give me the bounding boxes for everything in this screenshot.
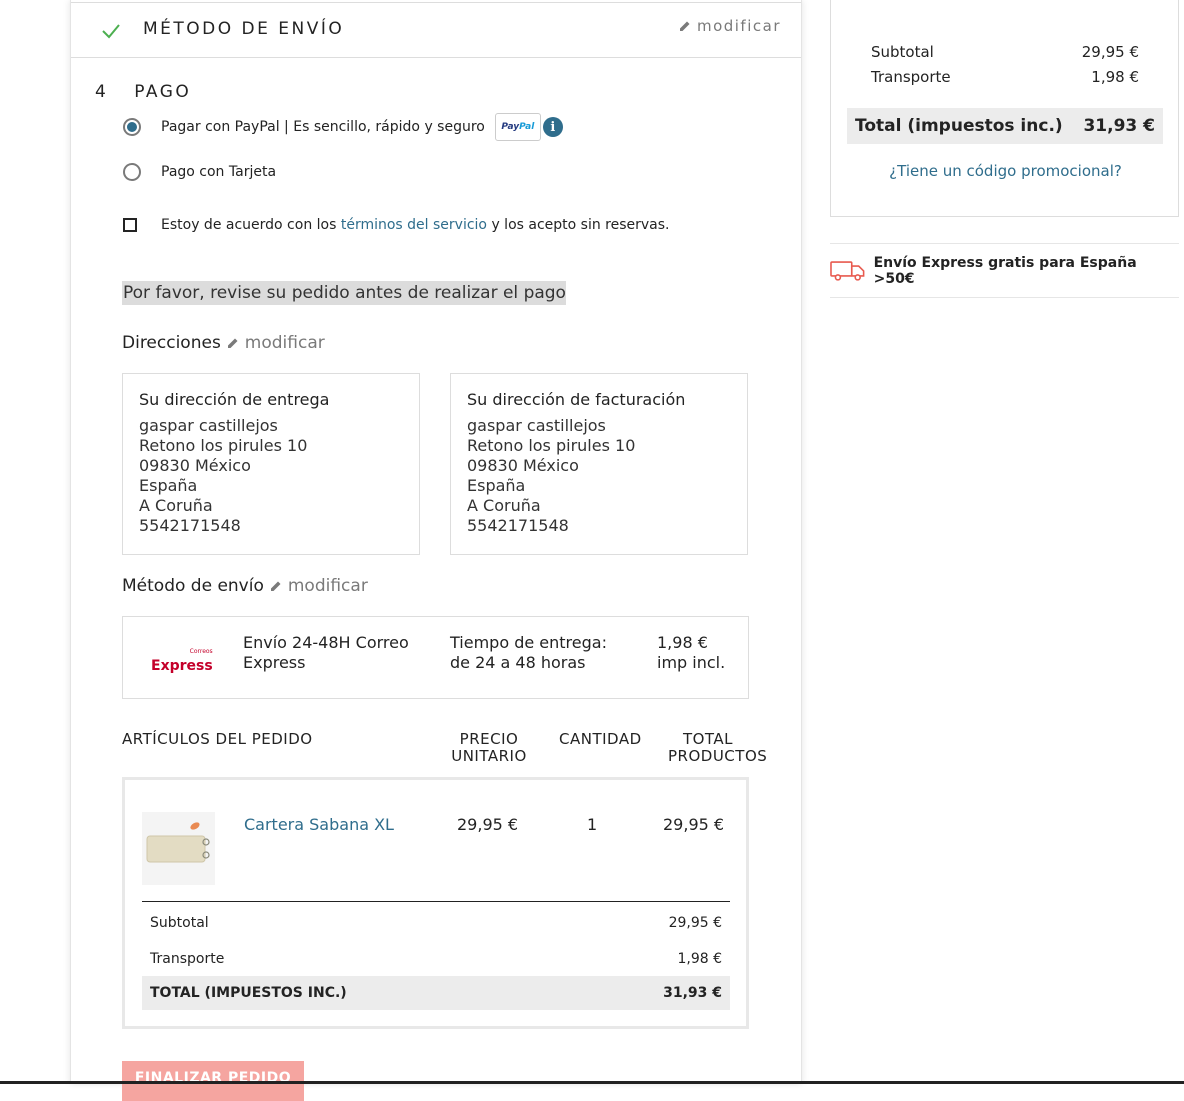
billing-address-title: Su dirección de facturación [467,390,686,409]
order-total-value: 31,93 € [663,985,722,1001]
paypal-logo: Pay Pal [494,113,541,141]
product-name-link[interactable]: Cartera Sabana XL [244,815,394,834]
order-items-box: Cartera Sabana XL 29,95 € 1 29,95 € Subt… [122,777,749,1029]
shipping-method-heading-label: Método de envío [122,576,264,596]
shipping-price: 1,98 € imp incl. [657,633,726,672]
info-icon[interactable]: i [542,117,563,137]
order-subtotal-value: 29,95 € [668,915,722,931]
card-radio[interactable] [123,163,141,181]
payment-option-card[interactable]: Pago con Tarjeta [123,163,276,181]
wallet-illustration [146,822,210,863]
review-notice: Por favor, revise su pedido antes de rea… [122,281,566,305]
address-line: 09830 México [139,456,251,475]
payment-option-paypal[interactable]: Pagar con PayPal | Es sencillo, rápido y… [123,113,563,141]
address-line: Retono los pirules 10 [139,436,308,455]
terms-agreement[interactable]: Estoy de acuerdo con los términos del se… [123,217,670,233]
order-total-row: TOTAL (IMPUESTOS INC.) 31,93 € [142,976,730,1010]
address-line: A Coruña [467,496,541,515]
delivery-address-card: Su dirección de entrega gaspar castillej… [122,373,420,555]
terms-checkbox[interactable] [123,218,137,232]
shipping-step-title: MÉTODO DE ENVÍO [143,19,345,39]
shipping-step-edit-link[interactable]: modificar [679,17,781,35]
shipping-method-name: Envío 24-48H Correo Express [243,633,409,672]
order-shipping-row: Transporte 1,98 € [142,942,730,976]
shipping-method-edit-label: modificar [287,576,368,596]
address-line: A Coruña [139,496,213,515]
order-shipping-value: 1,98 € [677,951,722,967]
checkout-main-column: MÉTODO DE ENVÍO modificar 4 PAGO Pagar c… [70,0,802,1101]
product-image[interactable] [142,812,215,885]
address-line: gaspar castillejos [467,416,606,435]
paypal-radio[interactable] [123,118,141,136]
shipping-step-edit-label: modificar [696,17,781,35]
shipping-step-header[interactable]: MÉTODO DE ENVÍO modificar [71,2,801,58]
terms-link[interactable]: términos del servicio [341,217,487,233]
pencil-icon [679,21,690,31]
address-line: 5542171548 [139,516,241,535]
cart-shipping-value: 1,98 € [1091,68,1139,86]
pencil-icon [270,581,281,591]
pencil-icon [227,338,238,348]
terms-text: Estoy de acuerdo con los términos del se… [161,217,670,233]
paypal-option-label: Pagar con PayPal | Es sencillo, rápido y… [161,119,485,135]
free-shipping-banner: Envío Express gratis para España >50€ [830,243,1179,298]
payment-step-number: 4 [95,82,109,102]
cart-total-row: Total (impuestos inc.) 31,93 € [847,108,1163,144]
order-shipping-label: Transporte [150,951,225,967]
address-line: 5542171548 [467,516,569,535]
order-subtotal-label: Subtotal [150,915,209,931]
terms-text-before: Estoy de acuerdo con los [161,217,341,233]
address-line: gaspar castillejos [139,416,278,435]
addresses-heading-label: Direcciones [122,333,221,353]
items-header: ARTÍCULOS DEL PEDIDO [122,730,313,748]
cart-summary-card: Subtotal 29,95 € Transporte 1,98 € Total… [830,0,1179,217]
address-line: Retono los pirules 10 [467,436,636,455]
address-line: 09830 México [467,456,579,475]
shipping-method-card: Correos Express Envío 24-48H Correo Expr… [122,616,749,699]
cart-total-label: Total (impuestos inc.) [855,116,1063,136]
quantity-header: CANTIDAD [559,730,642,748]
logo-small-text: Correos [189,648,213,655]
promo-code-link[interactable]: ¿Tiene un código promocional? [831,162,1180,180]
product-unit-price: 29,95 € [457,815,519,834]
address-line: España [467,476,526,495]
product-total: 29,95 € [663,815,725,834]
shipping-delivery-time: Tiempo de entrega: de 24 a 48 horas [450,633,607,672]
cart-subtotal-row: Subtotal 29,95 € [871,43,1139,61]
delivery-address-title: Su dirección de entrega [139,390,330,409]
address-line: España [139,476,198,495]
terms-text-after: y los acepto sin reservas. [487,217,670,233]
logo-big-text: Express [151,658,213,674]
product-quantity: 1 [587,815,598,834]
shipping-method-heading: Método de envío modificar [122,576,368,596]
order-total-label: TOTAL (IMPUESTOS INC.) [150,985,347,1001]
shipping-method-edit-link[interactable]: modificar [270,576,368,596]
cart-shipping-label: Transporte [871,68,951,86]
payment-step-title: 4 PAGO [95,82,191,102]
addresses-edit-label: modificar [244,333,325,353]
check-icon [102,24,120,39]
cart-subtotal-value: 29,95 € [1081,43,1139,61]
cart-total-value: 31,93 € [1083,116,1155,136]
cart-subtotal-label: Subtotal [871,43,934,61]
correos-express-logo: Correos Express [151,648,213,675]
payment-step-label: PAGO [134,82,192,102]
cart-shipping-row: Transporte 1,98 € [871,68,1139,86]
summary-divider [142,901,730,902]
card-option-label: Pago con Tarjeta [161,164,277,180]
order-subtotal-row: Subtotal 29,95 € [142,906,730,940]
truck-icon [830,260,865,281]
free-shipping-text: Envío Express gratis para España >50€ [873,254,1137,287]
total-products-header: TOTAL PRODUCTOS [668,730,768,765]
billing-address-card: Su dirección de facturación gaspar casti… [450,373,748,555]
unit-price-header: PRECIO UNITARIO [451,730,527,765]
addresses-edit-link[interactable]: modificar [227,333,325,353]
addresses-heading: Direcciones modificar [122,333,325,353]
